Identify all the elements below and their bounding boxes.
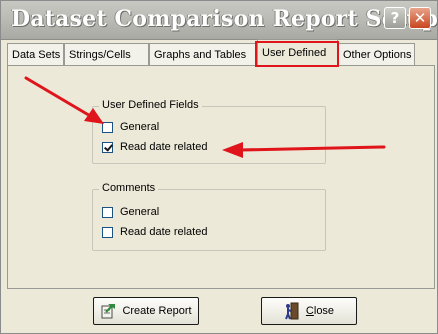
create-report-label: Create Report bbox=[122, 305, 192, 317]
user-defined-panel: User Defined Fields General Read date re… bbox=[7, 65, 435, 289]
question-mark-icon: ? bbox=[390, 9, 400, 27]
comments-label: Comments bbox=[99, 182, 159, 194]
tab-strings-cells[interactable]: Strings/Cells bbox=[64, 43, 149, 65]
title-bar[interactable]: Dataset Comparison Report Setup ? ✕ bbox=[1, 1, 438, 40]
comments-read-date-checkbox[interactable] bbox=[102, 226, 113, 238]
tab-highlight-box bbox=[255, 41, 339, 67]
user-defined-fields-group: User Defined Fields General Read date re… bbox=[92, 99, 326, 164]
udf-read-date-label: Read date related bbox=[120, 141, 208, 153]
udf-read-date-checkbox-row[interactable]: Read date related bbox=[102, 141, 207, 153]
tab-other-options[interactable]: Other Options bbox=[338, 43, 415, 65]
comments-general-checkbox-row[interactable]: General bbox=[102, 206, 159, 218]
button-bar: Create Report Close bbox=[7, 294, 435, 330]
dialog-window: Dataset Comparison Report Setup ? ✕ Data… bbox=[0, 0, 438, 334]
tab-strip: Data Sets Strings/Cells Graphs and Table… bbox=[7, 39, 435, 66]
close-button[interactable]: Close bbox=[261, 297, 357, 325]
close-label-rest: lose bbox=[313, 305, 335, 317]
window-title: Dataset Comparison Report Setup bbox=[11, 6, 438, 32]
comments-group: Comments General Read date related bbox=[92, 182, 326, 251]
door-exit-icon bbox=[284, 302, 300, 320]
comments-general-checkbox[interactable] bbox=[102, 206, 113, 218]
comments-general-label: General bbox=[120, 206, 160, 218]
create-report-icon bbox=[100, 303, 116, 319]
comments-read-date-label: Read date related bbox=[120, 226, 208, 238]
tab-label: Data Sets bbox=[12, 48, 61, 61]
tab-graphs-and-tables[interactable]: Graphs and Tables bbox=[149, 43, 257, 65]
udf-general-checkbox[interactable] bbox=[102, 121, 113, 133]
close-label-mnemonic: C bbox=[305, 305, 314, 317]
udf-general-label: General bbox=[120, 121, 160, 133]
close-icon: ✕ bbox=[413, 9, 427, 27]
close-label: Close bbox=[306, 305, 334, 317]
help-button[interactable]: ? bbox=[384, 7, 406, 29]
comments-read-date-checkbox-row[interactable]: Read date related bbox=[102, 226, 207, 238]
tab-label: Other Options bbox=[343, 48, 412, 61]
tab-data-sets[interactable]: Data Sets bbox=[7, 43, 64, 65]
user-defined-fields-label: User Defined Fields bbox=[99, 99, 202, 111]
close-window-button[interactable]: ✕ bbox=[409, 7, 431, 29]
udf-read-date-checkbox[interactable] bbox=[102, 141, 113, 153]
tab-label: Graphs and Tables bbox=[154, 48, 247, 61]
create-report-button[interactable]: Create Report bbox=[93, 297, 199, 325]
tab-label: Strings/Cells bbox=[69, 48, 131, 61]
udf-general-checkbox-row[interactable]: General bbox=[102, 121, 159, 133]
